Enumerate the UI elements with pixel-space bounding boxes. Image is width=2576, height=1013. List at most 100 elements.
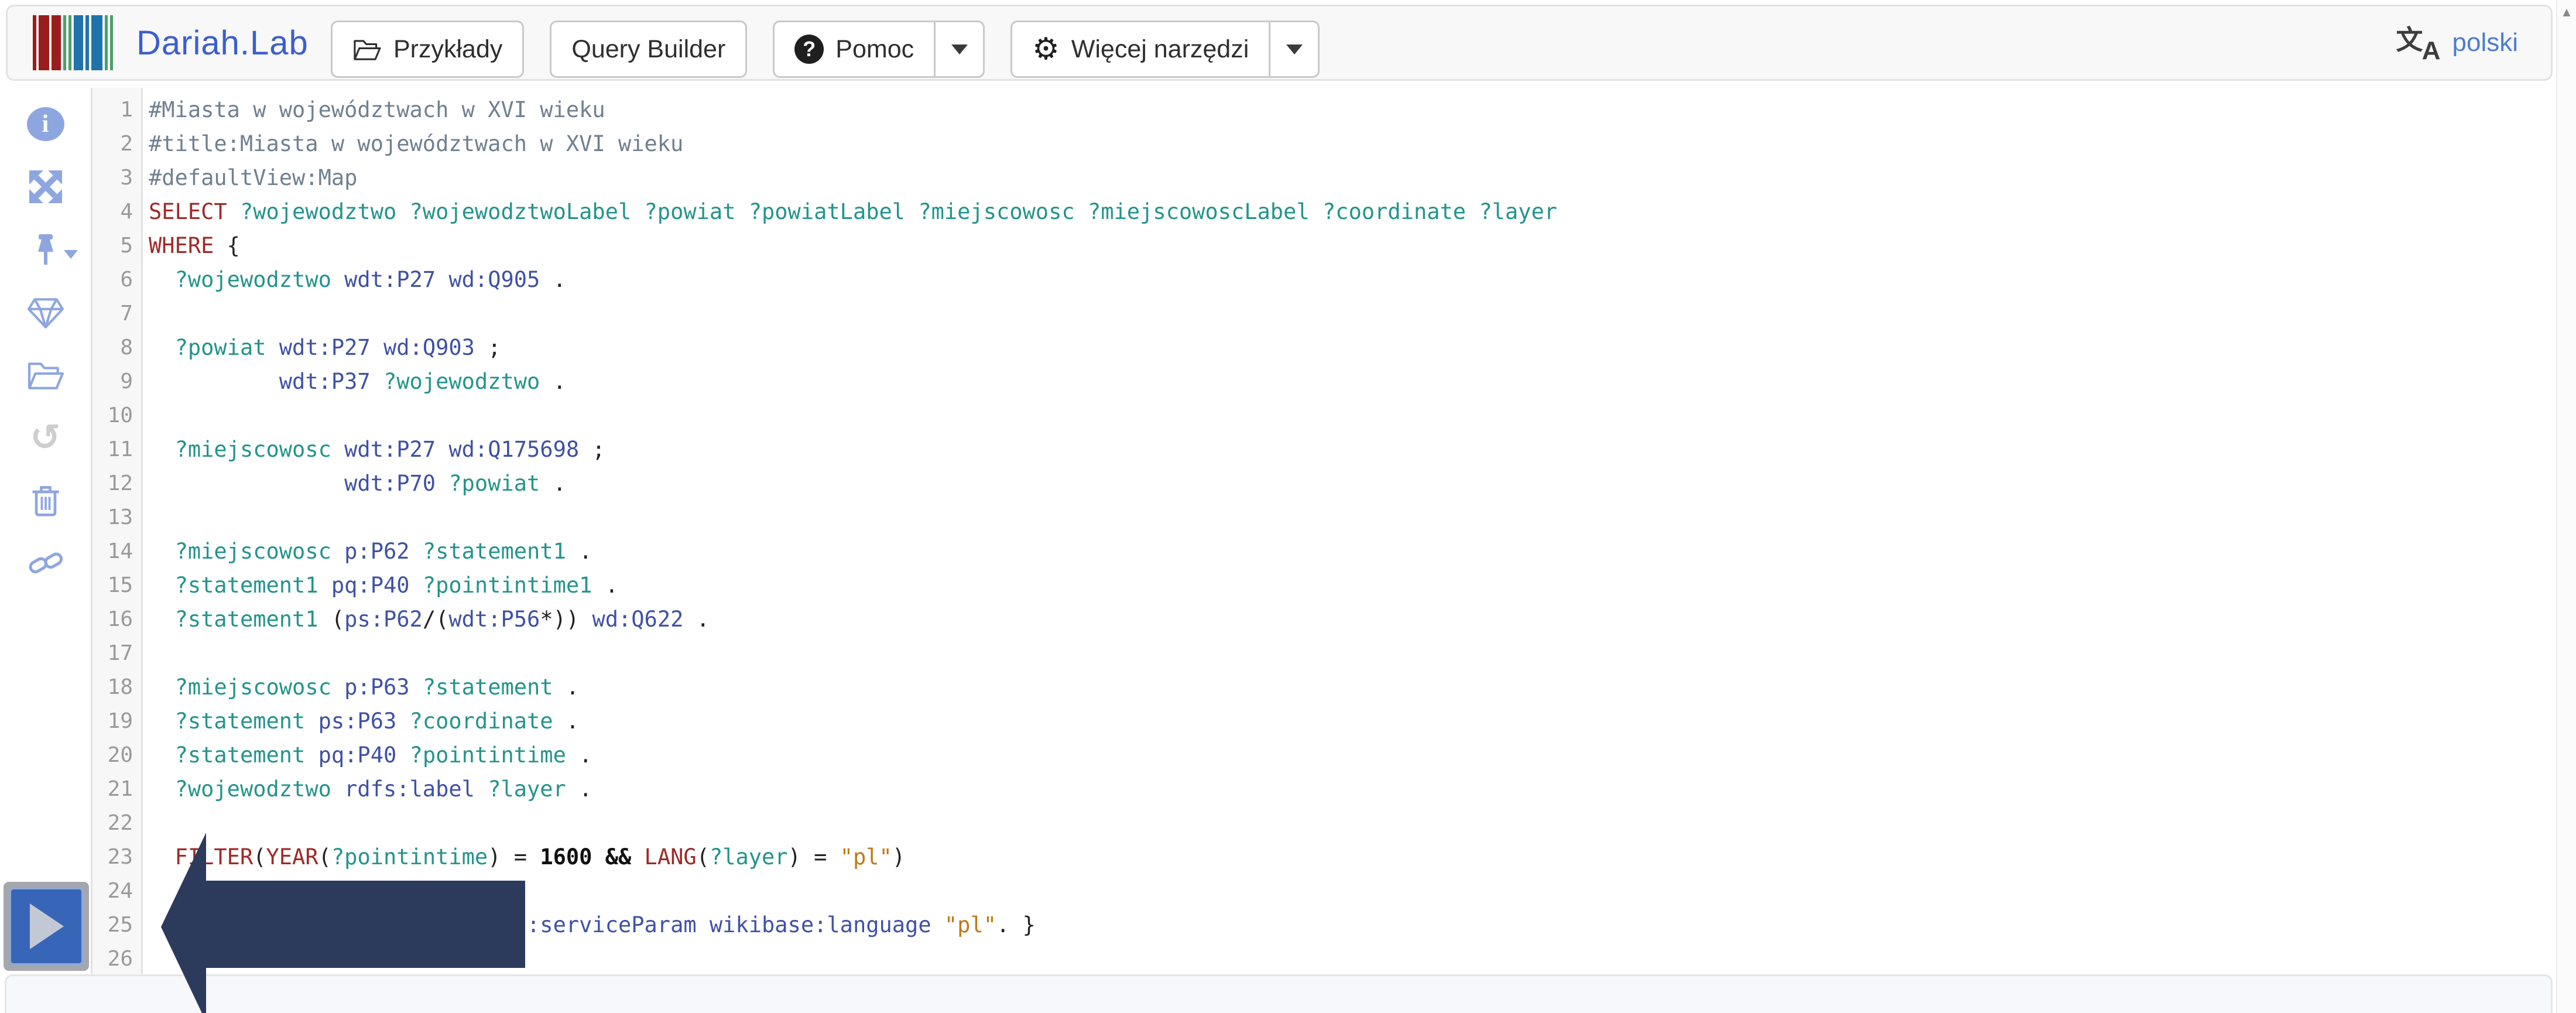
gear-icon: ⚙: [1032, 32, 1060, 67]
pomoc-label: Pomoc: [835, 35, 914, 63]
line-number: 16: [107, 607, 133, 631]
line-number: 1: [120, 98, 133, 122]
code-line[interactable]: #Miasta w województwach w XVI wieku: [149, 93, 2556, 127]
run-button-face: [9, 888, 83, 965]
line-number-gutter: 1 2 3 4 5 6 7 8 9 10 11 12 13 14 15 16 17 18 19 20 21 22 23 24 2…: [93, 88, 143, 974]
query-builder-label: Query Builder: [571, 35, 726, 63]
fullscreen-icon: [29, 170, 62, 203]
logo-stripe: [68, 15, 71, 70]
code-line[interactable]: #title:Miasta w województwach w XVI wiek…: [149, 127, 2556, 161]
code-line[interactable]: ?statement pq:P40 ?pointintime .: [149, 738, 2556, 772]
trash-icon: [32, 486, 59, 516]
dariah-logo: [33, 15, 113, 70]
code-line[interactable]: ?miejscowosc wdt:P27 wd:Q175698 ;: [149, 433, 2556, 467]
brand-title[interactable]: Dariah.Lab: [136, 23, 309, 63]
code-line[interactable]: [149, 874, 2556, 908]
code-line[interactable]: [149, 806, 2556, 840]
line-number: 26: [107, 947, 133, 971]
code-area[interactable]: #Miasta w województwach w XVI wieku #titl…: [143, 88, 2556, 974]
logo-stripe: [91, 15, 102, 70]
link-icon: [28, 552, 63, 574]
wiecej-narzedzi-dropdown-toggle[interactable]: [1270, 20, 1320, 78]
share-link-button[interactable]: [25, 544, 66, 581]
code-line[interactable]: ?miejscowosc p:P63 ?statement .: [149, 670, 2556, 704]
line-number: 23: [107, 845, 133, 869]
code-line[interactable]: ?wojewodztwo rdfs:label ?layer .: [149, 772, 2556, 806]
line-number: 15: [107, 573, 133, 597]
wdqs-page: Dariah.Lab Przykłady Query Builder ? Pom…: [0, 0, 2576, 1013]
code-line[interactable]: #defaultView:Map: [149, 161, 2556, 195]
line-number: 12: [107, 471, 133, 495]
logo-stripe: [39, 15, 49, 70]
logo-stripe: [52, 15, 61, 70]
info-button[interactable]: i: [25, 105, 66, 143]
code-line[interactable]: ?wojewodztwo wdt:P27 wd:Q905 .: [149, 263, 2556, 297]
play-icon: [30, 904, 64, 949]
line-number: 5: [120, 234, 133, 258]
gem-button[interactable]: [25, 293, 66, 331]
logo-stripe: [110, 15, 113, 70]
logo-stripe: [63, 15, 66, 70]
line-number: 20: [107, 743, 133, 767]
line-number: 7: [120, 302, 133, 326]
language-selector[interactable]: 文 A polski: [2396, 6, 2519, 79]
code-line[interactable]: ?statement ps:P63 ?coordinate .: [149, 704, 2556, 738]
pomoc-button[interactable]: ? Pomoc: [773, 20, 936, 78]
clear-button[interactable]: [25, 481, 66, 519]
query-editor: i ↺ 1 2 3 4 5 6 7 8 9 10 11 12 13 14 15 …: [0, 88, 2556, 974]
query-builder-button[interactable]: Query Builder: [550, 20, 748, 78]
line-number: 11: [107, 437, 133, 461]
scroll-up-icon[interactable]: ▲: [2557, 5, 2576, 20]
code-line[interactable]: [149, 636, 2556, 670]
folder-open-icon: [352, 36, 382, 62]
gem-icon: [27, 298, 64, 328]
open-query-button[interactable]: [25, 356, 66, 393]
translate-icon: 文 A: [2396, 24, 2441, 65]
code-line[interactable]: [149, 942, 2556, 976]
wiecej-narzedzi-button-group: ⚙ Więcej narzędzi: [1010, 20, 1320, 78]
line-number: 3: [120, 166, 133, 190]
chevron-down-icon: [63, 250, 78, 259]
line-number: 14: [107, 539, 133, 563]
code-line[interactable]: [149, 297, 2556, 331]
brand[interactable]: Dariah.Lab: [33, 6, 309, 79]
code-line[interactable]: SERVICE wikibase:label { bd:serviceParam…: [149, 908, 2556, 942]
line-number: 18: [107, 675, 133, 699]
scrollbar[interactable]: ▲: [2556, 0, 2576, 1013]
pomoc-dropdown-toggle[interactable]: [936, 20, 985, 78]
top-navbar: Dariah.Lab Przykłady Query Builder ? Pom…: [6, 5, 2553, 81]
code-line[interactable]: wdt:P70 ?powiat .: [149, 467, 2556, 501]
line-number: 2: [120, 132, 133, 156]
wiecej-narzedzi-button[interactable]: ⚙ Więcej narzędzi: [1010, 20, 1271, 78]
run-query-button[interactable]: [4, 882, 89, 971]
przyklady-label: Przykłady: [393, 35, 503, 63]
code-line[interactable]: ?statement1 pq:P40 ?pointintime1 .: [149, 569, 2556, 603]
history-button[interactable]: ↺: [25, 419, 66, 456]
line-number: 8: [120, 336, 133, 360]
code-line[interactable]: [149, 501, 2556, 535]
line-number: 19: [107, 709, 133, 733]
code-line[interactable]: ?statement1 (ps:P62/(wdt:P56*)) wd:Q622 …: [149, 603, 2556, 636]
folder-open-icon: [28, 362, 64, 389]
line-number: 6: [120, 268, 133, 292]
logo-stripe: [105, 15, 108, 70]
pin-button[interactable]: [25, 231, 78, 268]
question-circle-icon: ?: [794, 35, 824, 64]
code-line[interactable]: WHERE {: [149, 229, 2556, 263]
line-number: 9: [120, 369, 133, 393]
code-line[interactable]: wdt:P37 ?wojewodztwo .: [149, 365, 2556, 399]
code-line[interactable]: SELECT ?wojewodztwo ?wojewodztwoLabel ?p…: [149, 195, 2556, 229]
pomoc-button-group: ? Pomoc: [773, 20, 985, 78]
code-line[interactable]: FILTER(YEAR(?pointintime) = 1600 && LANG…: [149, 840, 2556, 874]
logo-stripe: [74, 15, 83, 70]
przyklady-button[interactable]: Przykłady: [331, 20, 525, 78]
language-link[interactable]: polski: [2452, 28, 2519, 57]
editor-toolbar: i ↺: [0, 88, 93, 974]
info-icon: i: [26, 107, 64, 141]
code-line[interactable]: ?powiat wdt:P27 wd:Q903 ;: [149, 331, 2556, 365]
logo-stripe: [33, 15, 36, 70]
fullscreen-button[interactable]: [25, 168, 66, 206]
code-line[interactable]: ?miejscowosc p:P62 ?statement1 .: [149, 535, 2556, 569]
code-line[interactable]: [149, 399, 2556, 433]
line-number: 17: [107, 641, 133, 665]
